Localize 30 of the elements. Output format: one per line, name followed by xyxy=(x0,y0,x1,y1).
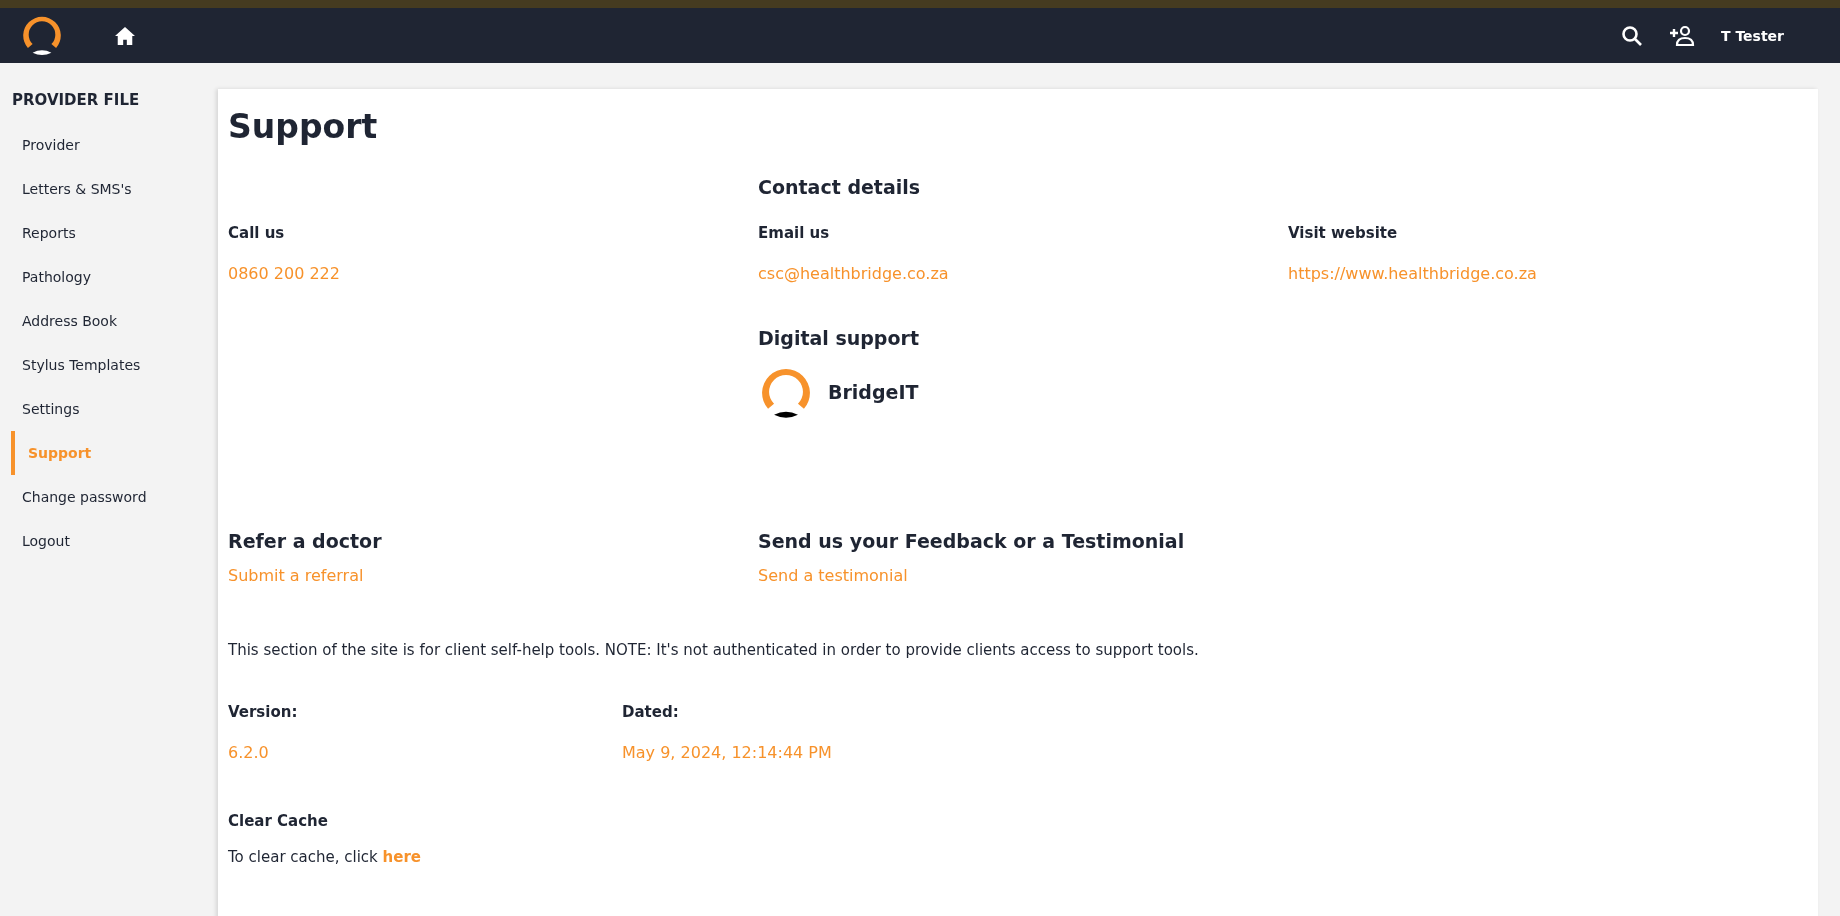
sidebar-item[interactable]: Logout xyxy=(11,519,218,563)
sidebar-item[interactable]: Address Book xyxy=(11,299,218,343)
contact-label: Visit website xyxy=(1288,224,1398,242)
clear-cache-heading: Clear Cache xyxy=(228,811,328,830)
sidebar-heading: PROVIDER FILE xyxy=(12,91,141,109)
section-heading: Send us your Feedback or a Testimonial xyxy=(758,529,1185,552)
add-user-icon[interactable] xyxy=(1668,24,1695,47)
home-icon[interactable] xyxy=(114,25,136,46)
sidebar-item[interactable]: Change password xyxy=(11,475,218,519)
version-value: 6.2.0 xyxy=(228,742,269,762)
user-menu[interactable]: T Tester xyxy=(1720,27,1784,44)
bridgeit-name: BridgeIT xyxy=(828,381,919,404)
page-title: Support xyxy=(228,107,379,146)
search-icon[interactable] xyxy=(1620,24,1643,47)
section-heading: Digital support xyxy=(758,327,919,349)
contact-label: Email us xyxy=(758,224,830,242)
section-heading: Contact details xyxy=(758,176,922,198)
dated-value: May 9, 2024, 12:14:44 PM xyxy=(622,742,832,762)
section-heading: Refer a doctor xyxy=(228,529,382,552)
version-label: Version: xyxy=(228,702,298,721)
clear-cache-text: To clear cache, click here xyxy=(228,847,421,866)
sidebar-item[interactable]: Letters & SMS's xyxy=(11,167,218,211)
dated-label: Dated: xyxy=(622,702,679,721)
sidebar-item[interactable]: Settings xyxy=(11,387,218,431)
sidebar-item[interactable]: Reports xyxy=(11,211,218,255)
sidebar-item[interactable]: Stylus Templates xyxy=(11,343,218,387)
note-text: This section of the site is for client self-help tools. NOTE: It's not authenticated in order to provide clients access to support tools. xyxy=(228,640,1200,659)
contact-label: Call us xyxy=(228,224,285,242)
sidebar-item[interactable]: Provider xyxy=(11,123,218,167)
sidebar-item[interactable]: Pathology xyxy=(11,255,218,299)
